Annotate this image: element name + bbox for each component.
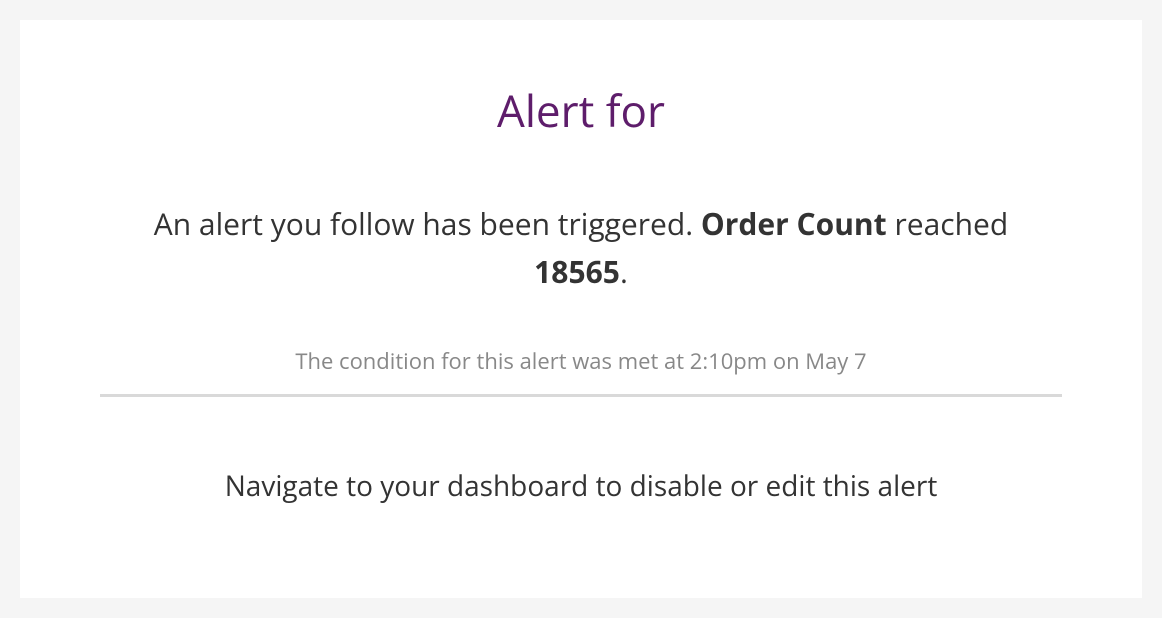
alert-footer: Navigate to your dashboard to disable or… [100, 467, 1062, 505]
message-prefix: An alert you follow has been triggered. [154, 203, 701, 244]
message-value: 18565 [534, 251, 620, 292]
divider [100, 394, 1062, 397]
alert-title: Alert for [100, 80, 1062, 140]
message-middle: reached [887, 203, 1009, 244]
alert-condition: The condition for this alert was met at … [100, 346, 1062, 376]
alert-message: An alert you follow has been triggered. … [121, 200, 1041, 296]
message-suffix: . [620, 251, 628, 292]
message-metric: Order Count [701, 203, 887, 244]
alert-card: Alert for An alert you follow has been t… [20, 20, 1142, 598]
